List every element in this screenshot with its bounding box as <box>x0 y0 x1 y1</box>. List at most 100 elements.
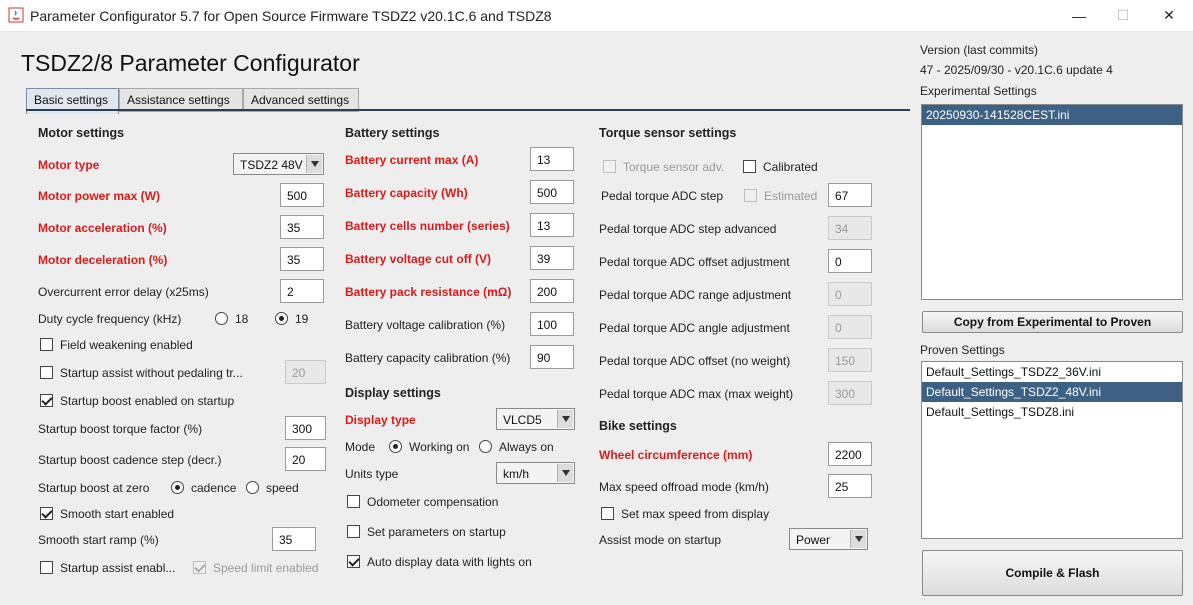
pedal-torque-offset-adjustment-label: Pedal torque ADC offset adjustment <box>599 255 790 269</box>
battery-cutoff-input[interactable]: 39 <box>530 246 574 270</box>
startup-boost-checkbox[interactable] <box>40 394 53 407</box>
experimental-settings-label: Experimental Settings <box>920 84 1037 98</box>
battery-current-label: Battery current max (A) <box>345 153 479 167</box>
maximize-button[interactable]: ☐ <box>1100 0 1146 31</box>
compile-flash-button[interactable]: Compile & Flash <box>922 550 1183 596</box>
boost-torque-input[interactable]: 300 <box>285 416 326 440</box>
version-label: Version (last commits) <box>920 43 1039 57</box>
battery-capacity-calibration-label: Battery capacity calibration (%) <box>345 351 511 365</box>
chevron-down-icon <box>306 155 322 173</box>
display-type-label: Display type <box>345 413 416 427</box>
battery-current-input[interactable]: 13 <box>530 147 574 171</box>
battery-voltage-calibration-input[interactable]: 100 <box>530 312 574 336</box>
torque-sensor-adv-checkbox[interactable] <box>603 160 616 173</box>
startup-assist-input[interactable]: 20 <box>285 360 326 384</box>
list-item[interactable]: 20250930-141528CEST.ini <box>922 105 1182 125</box>
boost-cadence-input[interactable]: 20 <box>285 447 326 471</box>
pedal-torque-max-input[interactable]: 300 <box>828 381 872 405</box>
battery-cells-input[interactable]: 13 <box>530 213 574 237</box>
motor-acceleration-label: Motor acceleration (%) <box>38 221 167 235</box>
motor-type-label: Motor type <box>38 158 100 172</box>
smooth-ramp-input[interactable]: 35 <box>272 527 316 551</box>
chevron-down-icon <box>850 530 866 548</box>
mode-always-on-radio[interactable] <box>479 440 492 453</box>
estimated-checkbox[interactable] <box>744 189 757 202</box>
set-max-speed-checkbox[interactable] <box>601 507 614 520</box>
version-value: 47 - 2025/09/30 - v20.1C.6 update 4 <box>920 63 1113 77</box>
list-item[interactable]: Default_Settings_TSDZ2_36V.ini <box>922 362 1182 382</box>
pedal-torque-angle-adjustment-label: Pedal torque ADC angle adjustment <box>599 321 790 335</box>
set-parameters-checkbox[interactable] <box>347 525 360 538</box>
window-titlebar: Parameter Configurator 5.7 for Open Sour… <box>0 0 1193 32</box>
battery-capacity-calibration-input[interactable]: 90 <box>530 345 574 369</box>
mode-working-on-radio[interactable] <box>389 440 402 453</box>
pedal-torque-angle-adjustment-input[interactable]: 0 <box>828 315 872 339</box>
max-speed-offroad-label: Max speed offroad mode (km/h) <box>599 480 769 494</box>
duty-19-label: 19 <box>295 312 309 326</box>
wheel-circumference-label: Wheel circumference (mm) <box>599 448 753 462</box>
speed-limit-checkbox[interactable] <box>193 561 206 574</box>
copy-to-proven-button[interactable]: Copy from Experimental to Proven <box>922 311 1183 333</box>
startup-assist-enabled-checkbox[interactable] <box>40 561 53 574</box>
pedal-torque-offset-input[interactable]: 150 <box>828 348 872 372</box>
proven-settings-list[interactable]: Default_Settings_TSDZ2_36V.ini Default_S… <box>921 361 1183 539</box>
display-type-select[interactable]: VLCD5 <box>496 408 575 430</box>
close-button[interactable]: ✕ <box>1146 0 1192 31</box>
startup-assist-checkbox[interactable] <box>40 366 53 379</box>
smooth-ramp-label: Smooth start ramp (%) <box>38 533 159 547</box>
list-item[interactable]: Default_Settings_TSDZ2_48V.ini <box>922 382 1182 402</box>
overcurrent-delay-label: Overcurrent error delay (x25ms) <box>38 285 209 299</box>
units-type-select[interactable]: km/h <box>496 462 575 484</box>
chevron-down-icon <box>557 464 573 482</box>
smooth-start-checkbox[interactable] <box>40 507 53 520</box>
boost-zero-speed-label: speed <box>266 481 299 495</box>
display-mode-label: Mode <box>345 440 376 454</box>
pedal-torque-max-label: Pedal torque ADC max (max weight) <box>599 387 794 401</box>
pedal-torque-step-input[interactable]: 67 <box>828 183 872 207</box>
duty-18-radio[interactable] <box>215 312 228 325</box>
proven-settings-label: Proven Settings <box>920 343 1005 357</box>
auto-display-checkbox[interactable] <box>347 555 360 568</box>
estimated-label: Estimated <box>764 189 818 203</box>
motor-deceleration-input[interactable]: 35 <box>280 247 324 271</box>
startup-boost-label: Startup boost enabled on startup <box>60 394 235 408</box>
duty-19-radio[interactable] <box>275 312 288 325</box>
startup-assist-label: Startup assist without pedaling tr... <box>60 366 243 380</box>
battery-voltage-calibration-label: Battery voltage calibration (%) <box>345 318 506 332</box>
app-title: TSDZ2/8 Parameter Configurator <box>21 50 360 76</box>
main-window: TSDZ2/8 Parameter Configurator Basic set… <box>0 32 1193 605</box>
startup-assist-enabled-label: Startup assist enabl... <box>60 561 176 575</box>
battery-cutoff-label: Battery voltage cut off (V) <box>345 252 492 266</box>
motor-type-select[interactable]: TSDZ2 48V <box>233 153 324 175</box>
battery-settings-title: Battery settings <box>345 126 440 140</box>
wheel-circumference-input[interactable]: 2200 <box>828 442 872 466</box>
boost-zero-speed-radio[interactable] <box>246 481 259 494</box>
tab-underline <box>26 109 910 111</box>
experimental-settings-list[interactable]: 20250930-141528CEST.ini <box>921 104 1183 300</box>
pedal-torque-step-label: Pedal torque ADC step <box>601 189 724 203</box>
overcurrent-delay-input[interactable]: 2 <box>280 279 324 303</box>
battery-capacity-label: Battery capacity (Wh) <box>345 186 468 200</box>
max-speed-offroad-input[interactable]: 25 <box>828 474 872 498</box>
odometer-compensation-checkbox[interactable] <box>347 495 360 508</box>
calibrated-checkbox[interactable] <box>743 160 756 173</box>
motor-power-input[interactable]: 500 <box>280 183 324 207</box>
boost-torque-label: Startup boost torque factor (%) <box>38 422 203 436</box>
pedal-torque-step-advanced-input[interactable]: 34 <box>828 216 872 240</box>
list-item[interactable]: Default_Settings_TSDZ8.ini <box>922 402 1182 422</box>
boost-zero-cadence-radio[interactable] <box>171 481 184 494</box>
mode-always-on-label: Always on <box>499 440 554 454</box>
battery-resistance-input[interactable]: 200 <box>530 279 574 303</box>
pedal-torque-offset-adjustment-input[interactable]: 0 <box>828 249 872 273</box>
motor-acceleration-input[interactable]: 35 <box>280 215 324 239</box>
battery-capacity-input[interactable]: 500 <box>530 180 574 204</box>
pedal-torque-range-adjustment-input[interactable]: 0 <box>828 282 872 306</box>
assist-mode-select[interactable]: Power <box>789 528 868 550</box>
minimize-button[interactable]: — <box>1056 0 1102 31</box>
field-weakening-checkbox[interactable] <box>40 338 53 351</box>
assist-mode-value: Power <box>796 533 831 547</box>
display-type-value: VLCD5 <box>503 413 542 427</box>
field-weakening-label: Field weakening enabled <box>60 338 193 352</box>
smooth-start-label: Smooth start enabled <box>60 507 175 521</box>
odometer-compensation-label: Odometer compensation <box>367 495 499 509</box>
